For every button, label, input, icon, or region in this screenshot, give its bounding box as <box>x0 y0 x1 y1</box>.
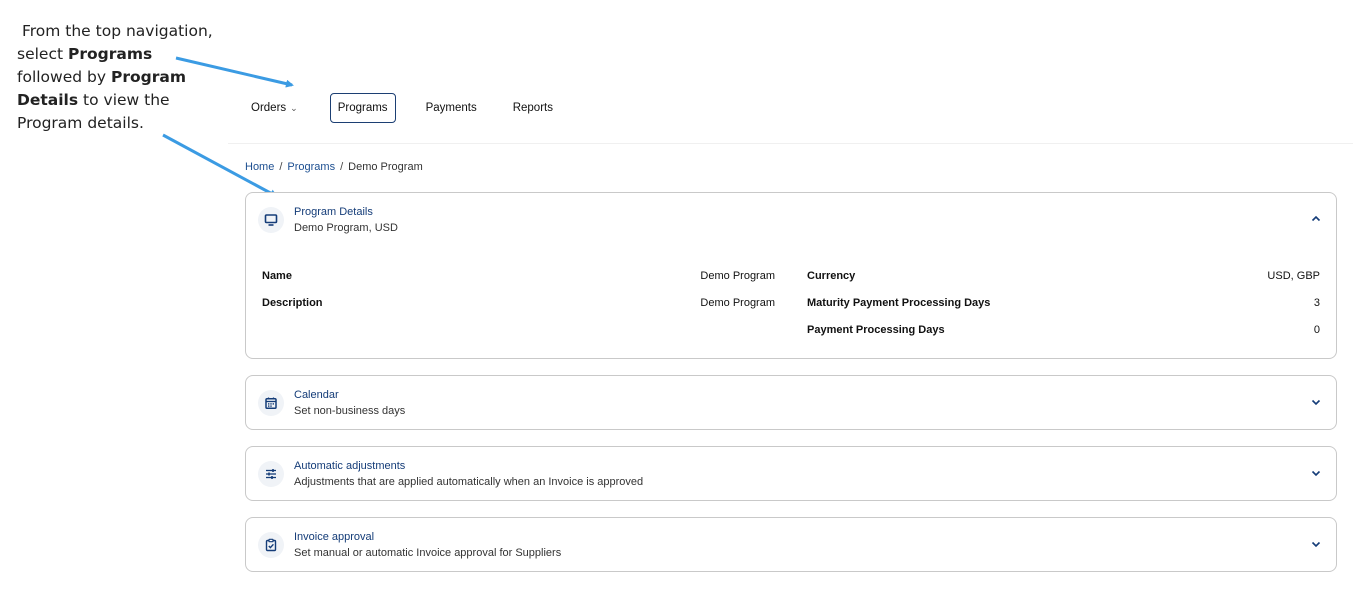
breadcrumb-separator: / <box>340 161 344 173</box>
chevron-up-icon[interactable] <box>1310 213 1322 225</box>
invoice-approval-card: Invoice approval Set manual or automatic… <box>245 517 1337 572</box>
calendar-header[interactable]: Calendar Set non-business days <box>246 376 1336 431</box>
chevron-down-icon[interactable] <box>1310 538 1322 550</box>
nav-programs-label: Programs <box>337 102 388 114</box>
chevron-down-icon: ⌄ <box>290 102 298 113</box>
annotation-line: select Programs <box>17 45 153 63</box>
breadcrumb-home[interactable]: Home <box>245 161 274 173</box>
automatic-adjustments-header[interactable]: Automatic adjustments Adjustments that a… <box>246 447 1336 502</box>
clipboard-check-icon <box>258 532 284 558</box>
field-name-value: Demo Program <box>700 270 775 282</box>
field-processing-value: 0 <box>1313 324 1320 336</box>
nav-orders[interactable]: Orders ⌄ <box>232 93 318 123</box>
field-description-value: Demo Program <box>700 297 775 309</box>
calendar-card: Calendar Set non-business days <box>245 375 1337 430</box>
field-currency-label: Currency <box>807 270 856 282</box>
nav-reports-label: Reports <box>512 102 553 114</box>
annotation-line: From the top navigation, <box>21 22 213 40</box>
invoice-approval-subtitle: Set manual or automatic Invoice approval… <box>294 547 562 559</box>
sliders-icon <box>258 461 284 487</box>
nav-programs[interactable]: Programs <box>329 93 396 123</box>
annotation-line: Details to view the <box>17 91 170 109</box>
nav-orders-label: Orders <box>251 102 287 114</box>
program-details-title: Program Details <box>294 206 373 218</box>
breadcrumb-programs[interactable]: Programs <box>287 161 335 173</box>
top-navigation: Orders ⌄ Programs Payments Reports <box>232 92 571 124</box>
field-description-label: Description <box>262 297 323 309</box>
chevron-down-icon[interactable] <box>1310 467 1322 479</box>
program-details-header[interactable]: Program Details Demo Program, USD <box>246 193 1336 248</box>
program-details-fields: Name Demo Program Description Demo Progr… <box>246 248 1336 358</box>
automatic-adjustments-title: Automatic adjustments <box>294 460 406 472</box>
breadcrumb-separator: / <box>279 161 283 173</box>
monitor-icon <box>258 207 284 233</box>
program-details-subtitle: Demo Program, USD <box>294 222 398 234</box>
nav-reports[interactable]: Reports <box>495 93 571 123</box>
automatic-adjustments-subtitle: Adjustments that are applied automatical… <box>294 476 644 488</box>
automatic-adjustments-card: Automatic adjustments Adjustments that a… <box>245 446 1337 501</box>
invoice-approval-header[interactable]: Invoice approval Set manual or automatic… <box>246 518 1336 573</box>
breadcrumb: Home / Programs / Demo Program <box>245 161 423 173</box>
breadcrumb-current: Demo Program <box>348 161 423 173</box>
field-processing-label: Payment Processing Days <box>807 324 945 336</box>
calendar-icon <box>258 390 284 416</box>
annotation-callout: From the top navigation, select Programs… <box>17 20 217 135</box>
nav-payments-label: Payments <box>425 102 477 114</box>
field-name-label: Name <box>262 270 292 282</box>
invoice-approval-title: Invoice approval <box>294 531 375 543</box>
nav-divider <box>228 143 1353 144</box>
field-maturity-label: Maturity Payment Processing Days <box>807 297 991 309</box>
calendar-subtitle: Set non-business days <box>294 405 406 417</box>
nav-payments[interactable]: Payments <box>408 93 495 123</box>
field-maturity-value: 3 <box>1313 297 1320 309</box>
field-currency-value: USD, GBP <box>1267 270 1320 282</box>
annotation-line: followed by Program <box>17 68 186 86</box>
chevron-down-icon[interactable] <box>1310 396 1322 408</box>
annotation-line: Program details. <box>17 114 144 132</box>
program-details-card: Program Details Demo Program, USD Name D… <box>245 192 1337 359</box>
calendar-title: Calendar <box>294 389 339 401</box>
